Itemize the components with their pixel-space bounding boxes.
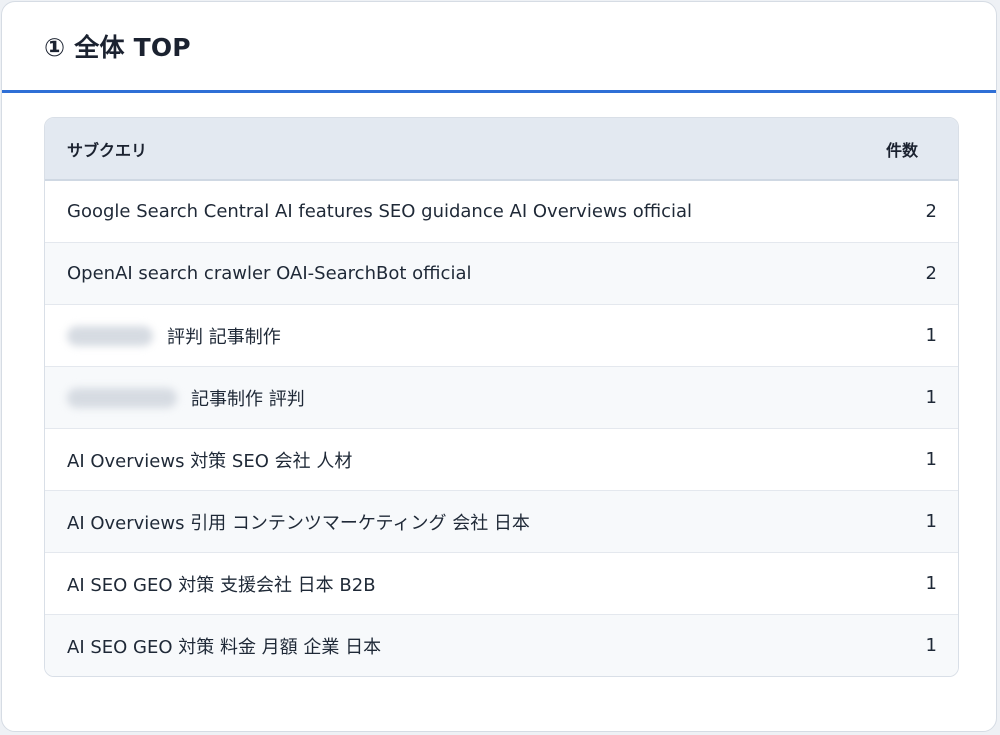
section-title: ① 全体 TOP [44,33,191,62]
row-query: 記事制作 評判 [45,385,817,411]
table-row[interactable]: Google Search Central AI features SEO gu… [45,181,958,243]
row-count: 1 [925,325,937,346]
column-header-query[interactable]: サブクエリ [45,137,798,161]
subquery-panel: ① 全体 TOP サブクエリ 件数 Google Search Central … [1,1,997,732]
row-query: AI SEO GEO 対策 支援会社 日本 B2B [67,574,376,596]
row-query: AI Overviews 対策 SEO 会社 人材 [67,450,353,472]
row-count: 1 [925,449,937,470]
table-row[interactable]: AI Overviews 引用 コンテンツマーケティング 会社 日本 1 [45,491,958,553]
table-row[interactable]: AI SEO GEO 対策 支援会社 日本 B2B 1 [45,553,958,615]
redacted-text [67,387,177,408]
row-query: AI Overviews 引用 コンテンツマーケティング 会社 日本 [67,512,530,534]
row-query: Google Search Central AI features SEO gu… [67,201,693,222]
table-row[interactable]: 記事制作 評判 1 [45,367,958,429]
redacted-text [67,325,153,346]
row-count: 2 [925,263,937,284]
row-count: 1 [925,511,937,532]
table-row[interactable]: 評判 記事制作 1 [45,305,958,367]
table-row[interactable]: OpenAI search crawler OAI-SearchBot offi… [45,243,958,305]
row-count: 2 [925,201,937,222]
row-count: 1 [925,387,937,408]
row-query: OpenAI search crawler OAI-SearchBot offi… [67,263,472,284]
row-query: 評判 記事制作 [45,323,817,349]
subquery-table: サブクエリ 件数 Google Search Central AI featur… [44,117,959,677]
table-row[interactable]: AI SEO GEO 対策 料金 月額 企業 日本 1 [45,615,958,676]
row-query: AI SEO GEO 対策 料金 月額 企業 日本 [67,636,382,658]
table-row[interactable]: AI Overviews 対策 SEO 会社 人材 1 [45,429,958,491]
panel-header: ① 全体 TOP [2,2,996,93]
row-count: 1 [925,573,937,594]
row-count: 1 [925,635,937,656]
column-header-count[interactable]: 件数 [798,137,958,161]
table-header: サブクエリ 件数 [45,118,958,181]
